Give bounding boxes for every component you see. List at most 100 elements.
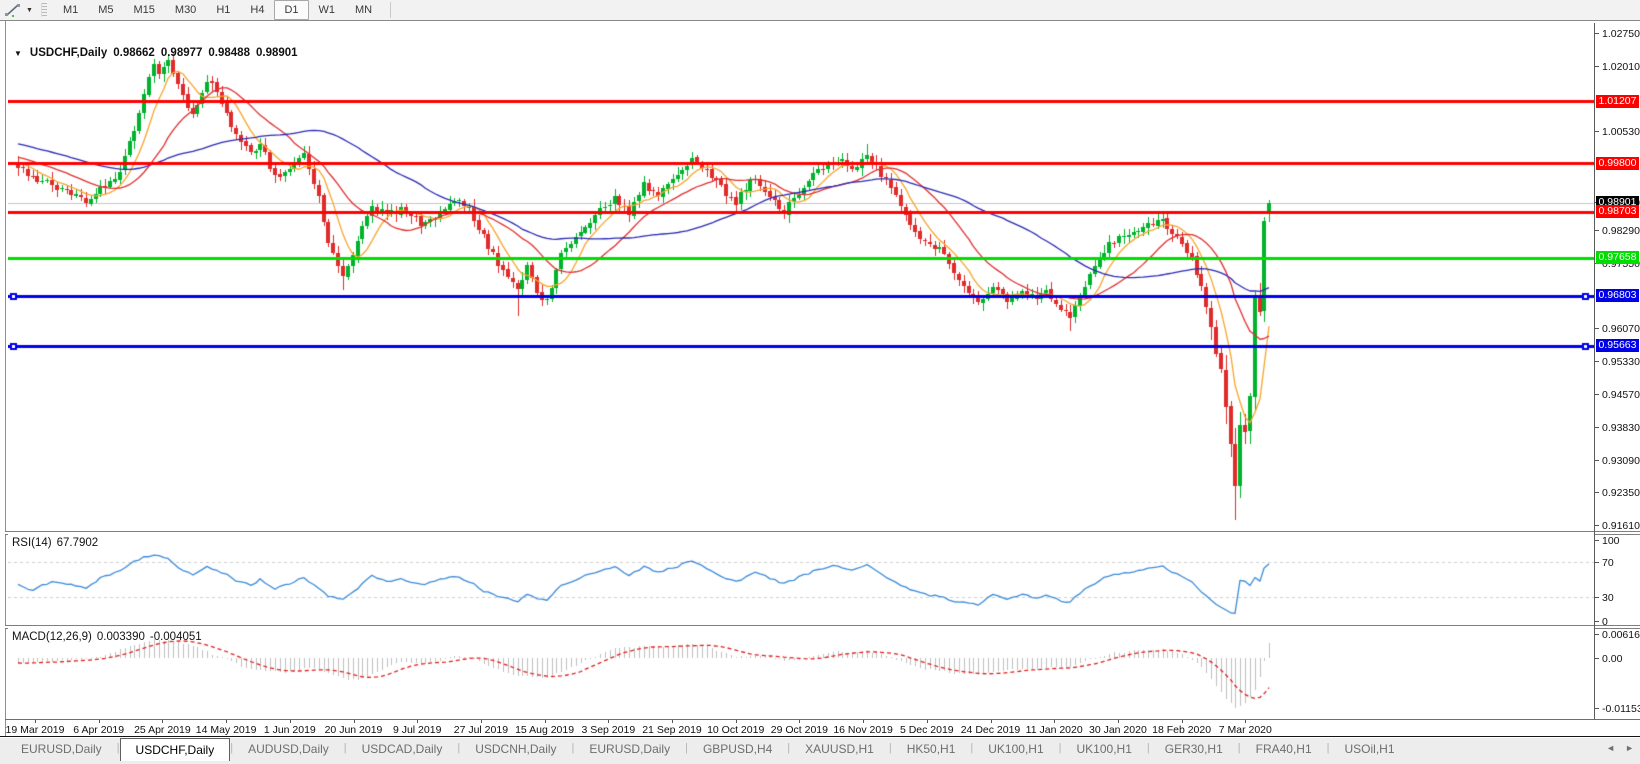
rsi-indicator-canvas[interactable] bbox=[8, 534, 1594, 625]
chart-tab-usdcad-daily[interactable]: USDCAD,Daily bbox=[347, 739, 458, 760]
date-axis[interactable]: 19 Mar 20196 Apr 201925 Apr 201914 May 2… bbox=[5, 719, 1640, 739]
timeframe-button-mn[interactable]: MN bbox=[345, 0, 382, 20]
rsi-label: RSI(14) 67.7902 bbox=[12, 537, 103, 549]
date-tick bbox=[481, 720, 482, 723]
timeframe-button-m15[interactable]: M15 bbox=[124, 0, 165, 20]
price-tick: 0.94570 bbox=[1595, 388, 1640, 400]
macd-indicator-canvas[interactable] bbox=[8, 628, 1594, 719]
price-tick: 1.00530 bbox=[1595, 125, 1640, 137]
price-tick: 0.95330 bbox=[1595, 355, 1640, 367]
price-line-label: 1.01207 bbox=[1596, 95, 1639, 108]
timeframe-button-group: M1M5M15M30H1H4D1W1MN bbox=[53, 0, 382, 20]
chart-tab-usdcnh-daily[interactable]: USDCNH,Daily bbox=[460, 739, 571, 760]
price-line-label: 0.99800 bbox=[1596, 157, 1639, 170]
chart-tab-eurusd-daily[interactable]: EURUSD,Daily bbox=[574, 739, 685, 760]
date-tick bbox=[1182, 720, 1183, 723]
date-tick bbox=[1054, 720, 1055, 723]
price-tick: 1.02750 bbox=[1595, 27, 1640, 39]
tabs-scroll-right-icon[interactable]: ► bbox=[1625, 743, 1634, 753]
price-tick: 0.006167 bbox=[1595, 628, 1640, 640]
chart-tab-uk100-h1[interactable]: UK100,H1 bbox=[973, 739, 1058, 760]
macd-label: MACD(12,26,9) 0.003390 -0.004051 bbox=[12, 631, 207, 643]
price-tick: 30 bbox=[1595, 591, 1614, 603]
price-line-label: 0.98703 bbox=[1596, 205, 1639, 218]
date-tick bbox=[99, 720, 100, 723]
date-tick bbox=[35, 720, 36, 723]
rsi-name: RSI(14) bbox=[12, 537, 52, 549]
chart-tab-fra40-h1[interactable]: FRA40,H1 bbox=[1241, 739, 1327, 760]
date-tick bbox=[799, 720, 800, 723]
chart-tab-xauusd-h1[interactable]: XAUUSD,H1 bbox=[790, 739, 889, 760]
price-axis[interactable]: 1.027501.020101.005300.989200.982900.975… bbox=[1594, 23, 1640, 719]
timeframe-button-m1[interactable]: M1 bbox=[53, 0, 88, 20]
price-tick: 1.02010 bbox=[1595, 60, 1640, 72]
date-label: 7 Mar 2020 bbox=[1205, 724, 1285, 736]
chart-tab-eurusd-daily[interactable]: EURUSD,Daily bbox=[6, 739, 117, 760]
mt4-terminal: ▼ M1M5M15M30H1H4D1W1MN ▼ USDCHF,Daily 0.… bbox=[0, 0, 1640, 764]
date-tick bbox=[354, 720, 355, 723]
price-tick: 100 bbox=[1595, 534, 1620, 546]
price-tick: 0.92350 bbox=[1595, 486, 1640, 498]
chart-tab-audusd-daily[interactable]: AUDUSD,Daily bbox=[233, 739, 344, 760]
date-tick bbox=[608, 720, 609, 723]
line-tool-icon[interactable] bbox=[2, 2, 24, 18]
date-tick bbox=[290, 720, 291, 723]
chart-tab-bar: EURUSD,Daily|USDCHF,Daily|AUDUSD,Daily|U… bbox=[0, 738, 1640, 764]
price-tick: 0.91610 bbox=[1595, 519, 1640, 531]
toolbar-grip-handle[interactable] bbox=[41, 3, 47, 17]
timeframe-button-w1[interactable]: W1 bbox=[309, 0, 346, 20]
tool-dropdown-caret-icon[interactable]: ▼ bbox=[26, 7, 33, 14]
chart-tab-usoil-h1[interactable]: USOil,H1 bbox=[1330, 739, 1410, 760]
date-tick bbox=[863, 720, 864, 723]
chart-tabs: EURUSD,Daily|USDCHF,Daily|AUDUSD,Daily|U… bbox=[6, 738, 1410, 764]
timeframe-button-m5[interactable]: M5 bbox=[88, 0, 123, 20]
price-tick: 0.96070 bbox=[1595, 322, 1640, 334]
price-chart-canvas[interactable] bbox=[8, 23, 1594, 531]
date-tick bbox=[226, 720, 227, 723]
date-tick bbox=[672, 720, 673, 723]
date-tick bbox=[991, 720, 992, 723]
rsi-value: 67.7902 bbox=[57, 537, 99, 549]
toolbar-separator bbox=[390, 2, 391, 18]
chart-tab-usdchf-daily[interactable]: USDCHF,Daily bbox=[120, 738, 231, 761]
ohlc-low-value: 0.98488 bbox=[208, 47, 250, 59]
price-tick: 0.00 bbox=[1595, 652, 1622, 664]
price-tick: -0.011531 bbox=[1595, 702, 1640, 714]
date-tick bbox=[162, 720, 163, 723]
ohlc-open-value: 0.98662 bbox=[113, 47, 155, 59]
chart-tab-gbpusd-h4[interactable]: GBPUSD,H4 bbox=[688, 739, 787, 760]
ohlc-close-value: 0.98901 bbox=[256, 47, 298, 59]
symbol-period-label: USDCHF,Daily bbox=[30, 47, 107, 59]
chart-window: ▼ USDCHF,Daily 0.98662 0.98977 0.98488 0… bbox=[0, 20, 1640, 737]
macd-name: MACD(12,26,9) bbox=[12, 631, 92, 643]
macd-main-value: 0.003390 bbox=[97, 631, 145, 643]
date-tick bbox=[545, 720, 546, 723]
price-line-label: 0.96803 bbox=[1596, 289, 1639, 302]
ohlc-high-value: 0.98977 bbox=[161, 47, 203, 59]
timeframe-button-d1[interactable]: D1 bbox=[274, 0, 308, 20]
timeframe-button-h4[interactable]: H4 bbox=[240, 0, 274, 20]
chart-tab-hk50-h1[interactable]: HK50,H1 bbox=[892, 739, 971, 760]
tabs-scroll-left-icon[interactable]: ◄ bbox=[1606, 743, 1615, 753]
chart-tab-uk100-h1[interactable]: UK100,H1 bbox=[1062, 739, 1147, 760]
price-tick: 0.93830 bbox=[1595, 421, 1640, 433]
macd-signal-value: -0.004051 bbox=[150, 631, 202, 643]
timeframe-button-m30[interactable]: M30 bbox=[165, 0, 206, 20]
price-tick: 70 bbox=[1595, 556, 1614, 568]
date-tick bbox=[1118, 720, 1119, 723]
price-tick: 0.93090 bbox=[1595, 454, 1640, 466]
chart-title: ▼ USDCHF,Daily 0.98662 0.98977 0.98488 0… bbox=[14, 47, 298, 59]
price-tick: 0 bbox=[1595, 615, 1608, 627]
top-toolbar: ▼ M1M5M15M30H1H4D1W1MN bbox=[0, 0, 1640, 21]
price-line-label: 0.97658 bbox=[1596, 251, 1639, 264]
date-tick bbox=[417, 720, 418, 723]
date-tick bbox=[1245, 720, 1246, 723]
date-tick bbox=[736, 720, 737, 723]
chart-tab-ger30-h1[interactable]: GER30,H1 bbox=[1150, 739, 1238, 760]
price-tick: 0.98290 bbox=[1595, 224, 1640, 236]
date-tick bbox=[927, 720, 928, 723]
timeframe-button-h1[interactable]: H1 bbox=[206, 0, 240, 20]
symbol-dropdown-icon[interactable]: ▼ bbox=[14, 49, 22, 58]
price-line-label: 0.95663 bbox=[1596, 339, 1639, 352]
tab-scroll-buttons: ◄ ► bbox=[1606, 743, 1634, 753]
